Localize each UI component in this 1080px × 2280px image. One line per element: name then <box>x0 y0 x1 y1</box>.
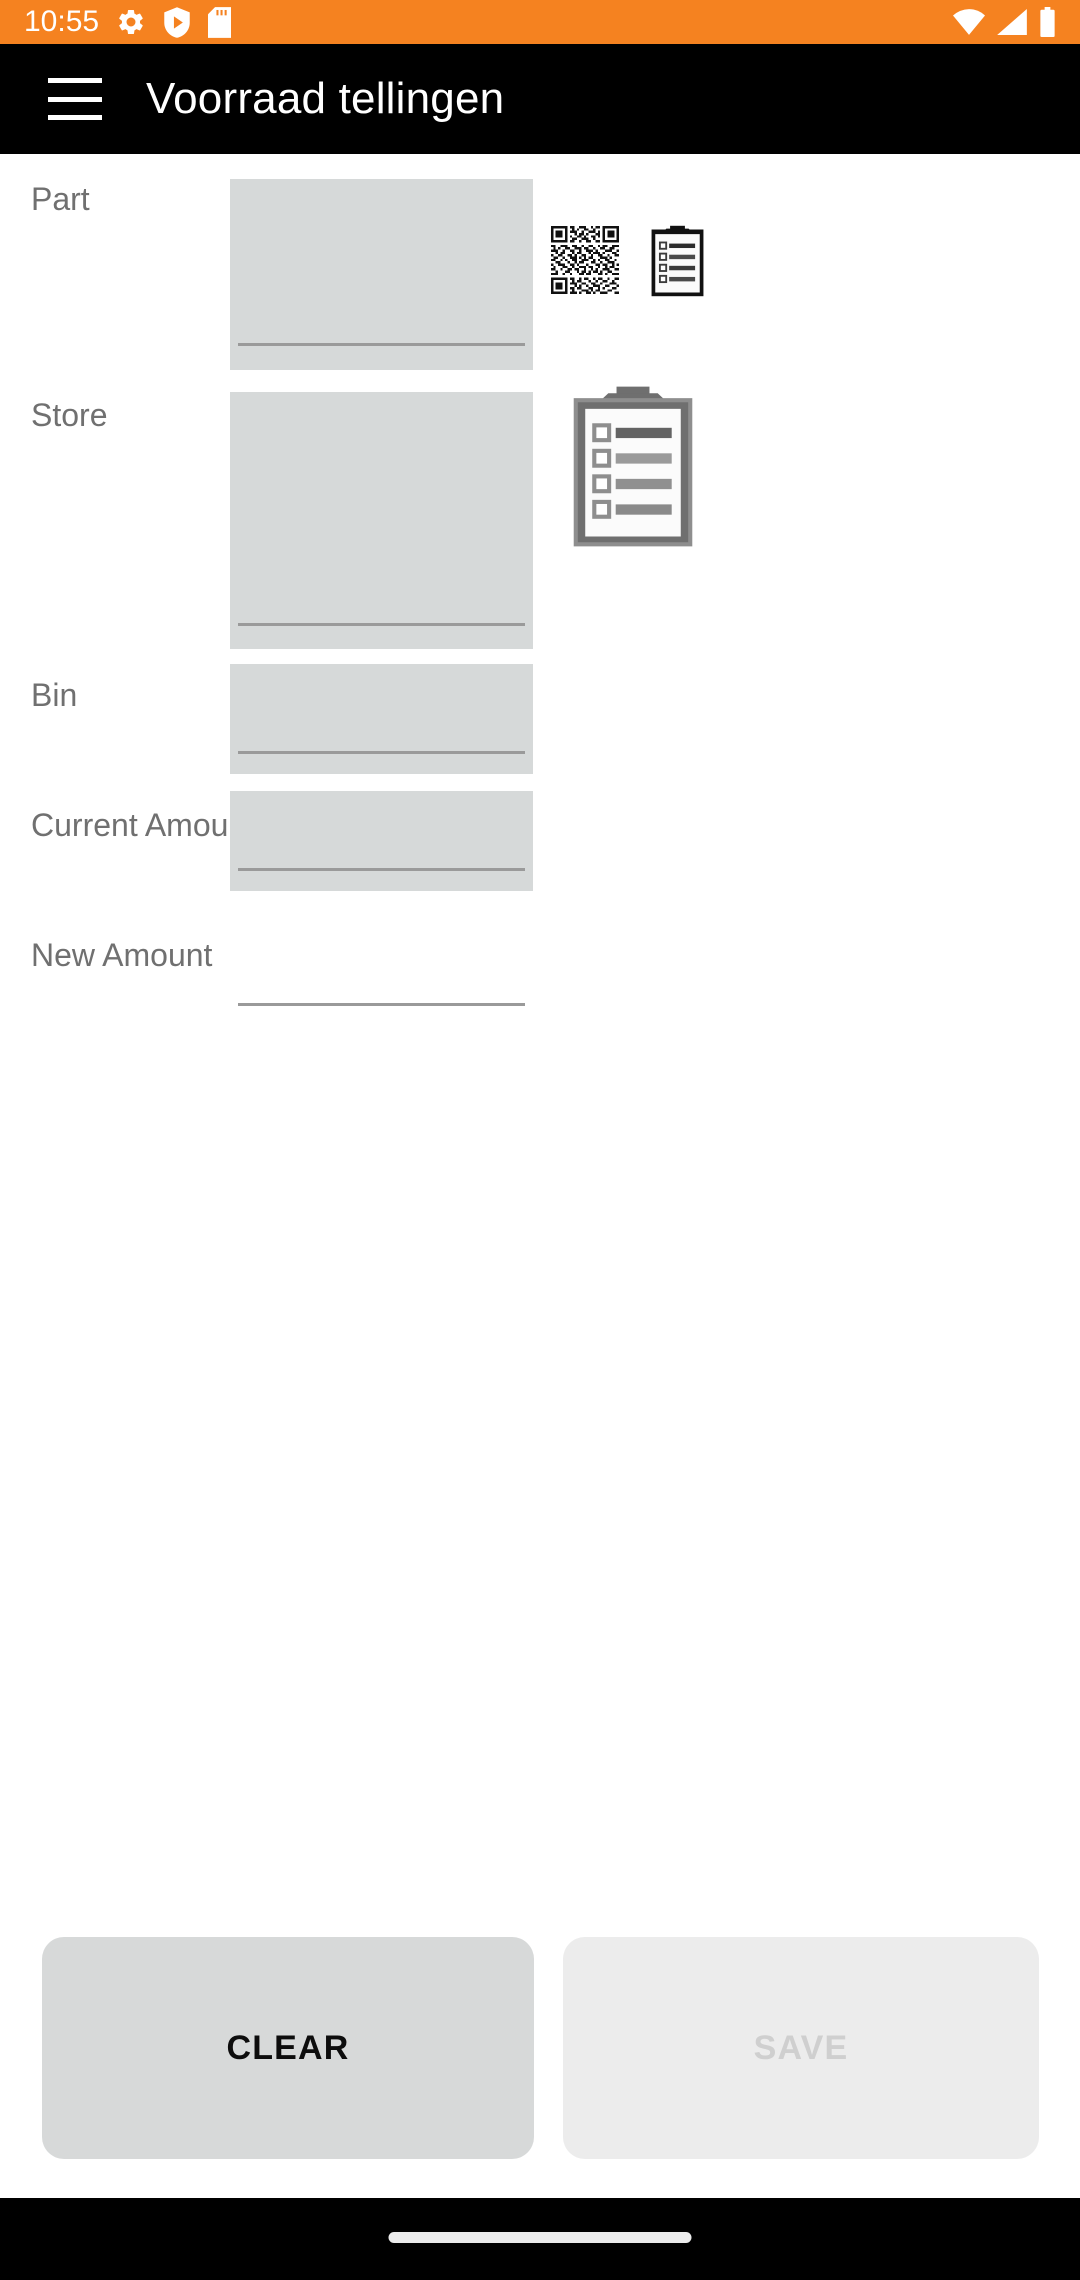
input-underline <box>238 343 525 346</box>
input-underline <box>238 751 525 754</box>
input-part[interactable] <box>230 179 533 370</box>
label-bin: Bin <box>31 677 78 713</box>
input-bin[interactable] <box>230 664 533 774</box>
play-protect-shield-icon <box>164 6 190 38</box>
cellular-signal-icon <box>997 9 1027 35</box>
status-bar-clock: 10:55 <box>24 5 100 38</box>
clear-button[interactable]: CLEAR <box>42 1937 534 2159</box>
label-current-amount: Current Amount <box>31 807 256 843</box>
sd-card-icon <box>208 6 232 38</box>
qr-scan-icon[interactable] <box>551 226 619 294</box>
input-underline <box>238 1003 525 1006</box>
list-picker-icon[interactable] <box>646 222 709 300</box>
input-store[interactable] <box>230 392 533 649</box>
form-content: Part Store Bin Current Amount New Amount… <box>0 154 1080 2198</box>
form-row-part: Part <box>0 154 1080 370</box>
save-button[interactable]: SAVE <box>563 1937 1039 2159</box>
input-new-amount[interactable] <box>230 921 533 1021</box>
form-row-bin: Bin <box>0 650 1080 780</box>
gear-icon <box>119 9 143 35</box>
app-bar: Voorraad tellingen <box>0 44 1080 154</box>
battery-icon <box>1040 7 1055 37</box>
system-navigation-bar <box>0 2198 1080 2280</box>
form-row-current-amount: Current Amount <box>0 780 1080 910</box>
label-part: Part <box>31 181 90 217</box>
status-bar-left: 10:55 <box>24 5 232 38</box>
form-row-store: Store <box>0 370 1080 650</box>
input-underline <box>238 623 525 626</box>
action-button-bar: CLEAR SAVE <box>0 1937 1080 2159</box>
form-row-new-amount: New Amount <box>0 910 1080 1040</box>
hamburger-menu-icon[interactable] <box>48 78 102 120</box>
status-bar-right <box>953 7 1056 37</box>
input-current-amount[interactable] <box>230 791 533 891</box>
input-underline <box>238 868 525 871</box>
clipboard-list-icon[interactable] <box>563 380 703 553</box>
app-screen: 10:55 Voorraad tellingen Part Store Bin … <box>0 0 1080 2280</box>
label-new-amount: New Amount <box>31 937 213 973</box>
hamburger-line <box>48 96 102 102</box>
label-store: Store <box>31 397 108 433</box>
wifi-icon <box>953 9 985 35</box>
hamburger-line <box>48 78 102 83</box>
page-title: Voorraad tellingen <box>146 74 505 123</box>
hamburger-line <box>48 115 102 120</box>
gesture-home-pill[interactable] <box>388 2232 692 2243</box>
status-bar: 10:55 <box>0 0 1080 44</box>
